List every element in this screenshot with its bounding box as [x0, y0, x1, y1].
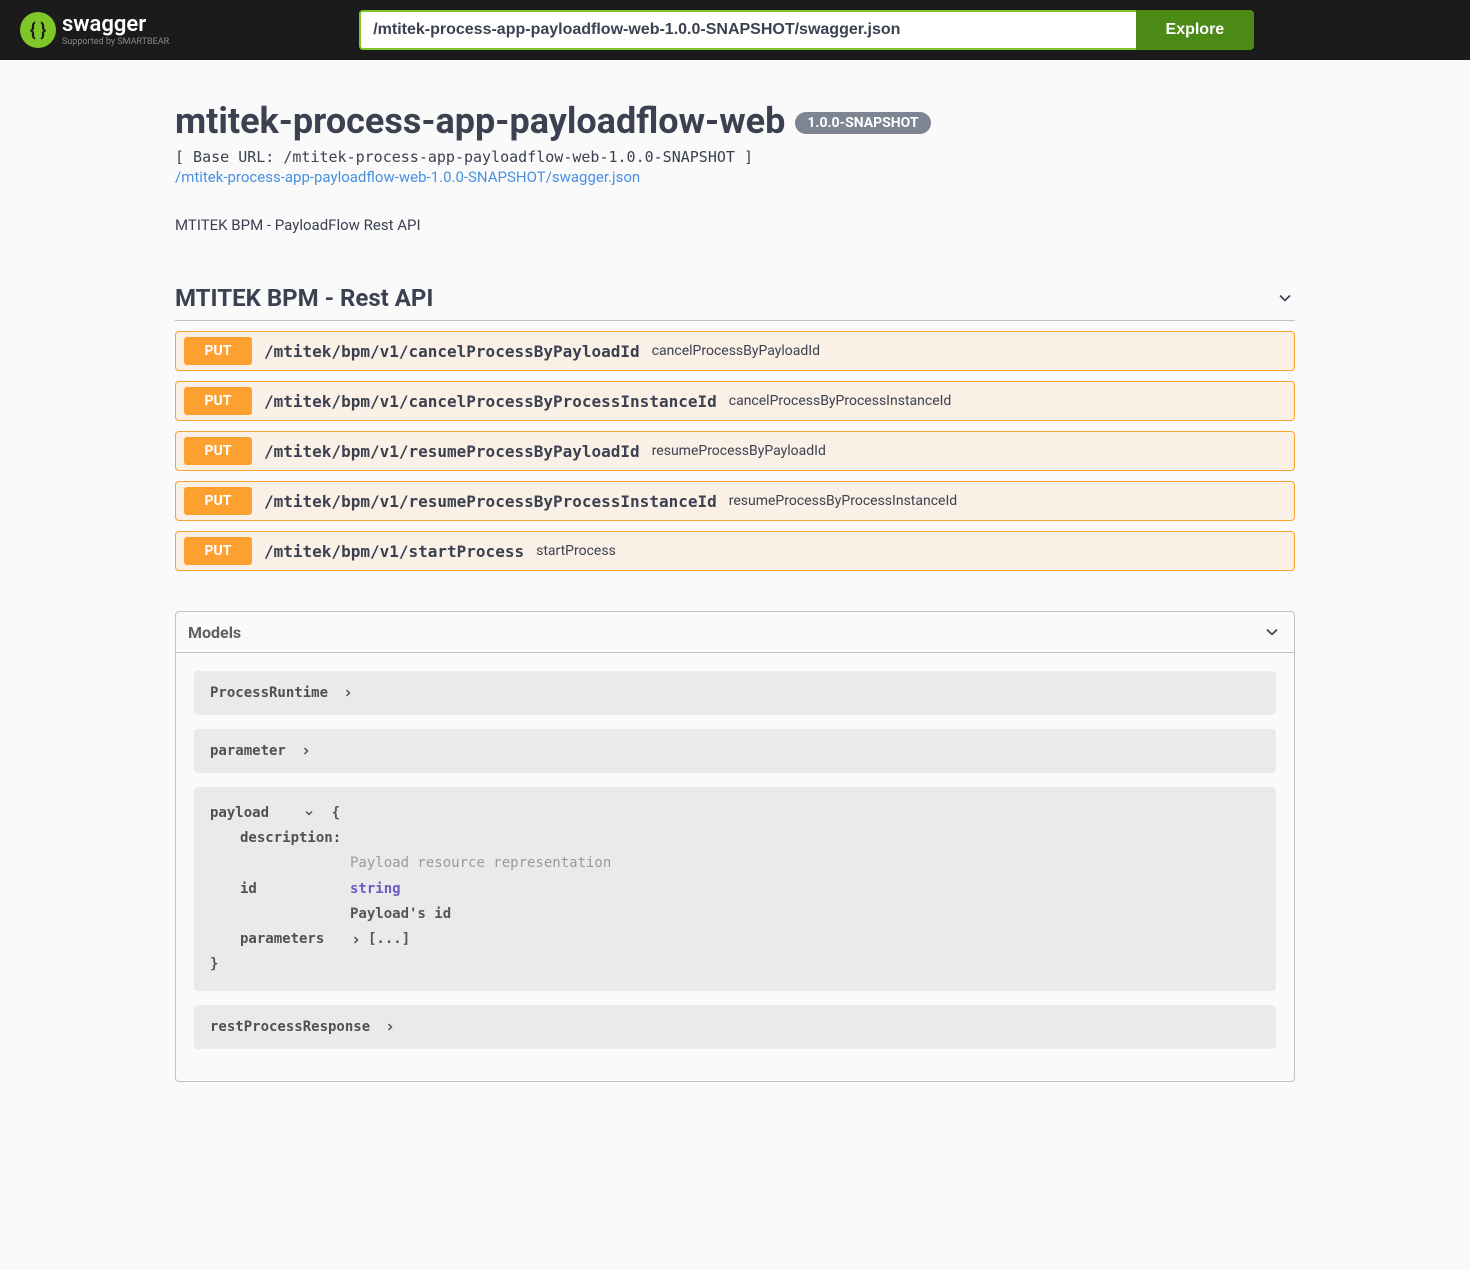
operation-summary[interactable]: PUT /mtitek/bpm/v1/resumeProcessByProces… [176, 482, 1294, 520]
operation-block: PUT /mtitek/bpm/v1/startProcess startPro… [175, 531, 1295, 571]
operation-path: /mtitek/bpm/v1/startProcess [264, 542, 524, 561]
operation-path: /mtitek/bpm/v1/cancelProcessByProcessIns… [264, 392, 717, 411]
model-field-collapsed[interactable]: [...] [350, 927, 1260, 952]
operation-summary[interactable]: PUT /mtitek/bpm/v1/startProcess startPro… [176, 532, 1294, 570]
brand-text: swagger [62, 14, 169, 36]
open-brace: { [332, 805, 340, 821]
tag-name: MTITEK BPM - Rest API [175, 284, 433, 312]
explore-button[interactable]: Explore [1136, 10, 1255, 50]
operation-summary[interactable]: PUT /mtitek/bpm/v1/resumeProcessByPayloa… [176, 432, 1294, 470]
method-badge: PUT [184, 487, 252, 515]
operation-block: PUT /mtitek/bpm/v1/resumeProcessByProces… [175, 481, 1295, 521]
model-field-key: parameters [210, 927, 350, 952]
operation-path: /mtitek/bpm/v1/resumeProcessByPayloadId [264, 442, 640, 461]
api-title-row: mtitek-process-app-payloadflow-web 1.0.0… [175, 100, 1295, 142]
operation-desc: cancelProcessByPayloadId [652, 343, 820, 359]
operation-desc: startProcess [536, 543, 616, 559]
operation-block: PUT /mtitek/bpm/v1/resumeProcessByPayloa… [175, 431, 1295, 471]
swagger-url-input[interactable] [359, 10, 1135, 50]
operation-summary[interactable]: PUT /mtitek/bpm/v1/cancelProcessByPayloa… [176, 332, 1294, 370]
model-field-note-row: Payload's id [210, 902, 1260, 927]
operations-list: PUT /mtitek/bpm/v1/cancelProcessByPayloa… [175, 331, 1295, 571]
version-badge: 1.0.0-SNAPSHOT [795, 112, 930, 134]
model-description-row: description: [210, 826, 1260, 851]
model-name: ProcessRuntime [210, 685, 328, 701]
models-body: ProcessRuntime parameter payload { descr… [176, 653, 1294, 1081]
models-header[interactable]: Models [176, 612, 1294, 653]
main-container: mtitek-process-app-payloadflow-web 1.0.0… [155, 60, 1315, 1102]
model-desc-key: description: [210, 826, 350, 851]
model-field-key: id [210, 877, 350, 902]
operation-summary[interactable]: PUT /mtitek/bpm/v1/cancelProcessByProces… [176, 382, 1294, 420]
base-url: [ Base URL: /mtitek-process-app-payloadf… [175, 148, 1295, 166]
operation-desc: resumeProcessByPayloadId [652, 443, 826, 459]
model-item[interactable]: ProcessRuntime [194, 671, 1276, 715]
operation-block: PUT /mtitek/bpm/v1/cancelProcessByProces… [175, 381, 1295, 421]
method-badge: PUT [184, 537, 252, 565]
chevron-down-icon [1275, 288, 1295, 308]
logo-text-wrap: swagger Supported by SMARTBEAR [62, 14, 169, 47]
chevron-right-icon [384, 1021, 396, 1033]
model-desc-value: Payload resource representation [350, 851, 1260, 876]
chevron-down-icon [1262, 622, 1282, 642]
api-title: mtitek-process-app-payloadflow-web [175, 100, 785, 142]
collapsed-placeholder: [...] [368, 927, 410, 952]
models-section: Models ProcessRuntime parameter payload … [175, 611, 1295, 1082]
model-name: parameter [210, 743, 286, 759]
model-item[interactable]: restProcessResponse [194, 1005, 1276, 1049]
chevron-right-icon [350, 934, 362, 946]
operation-desc: cancelProcessByProcessInstanceId [729, 393, 952, 409]
tag-section: MTITEK BPM - Rest API PUT /mtitek/bpm/v1… [175, 284, 1295, 571]
api-description: MTITEK BPM - PayloadFlow Rest API [175, 216, 1295, 234]
brand-subtext: Supported by SMARTBEAR [62, 37, 169, 47]
swagger-logo-icon: { } [20, 12, 56, 48]
chevron-down-icon [303, 807, 315, 819]
operation-path: /mtitek/bpm/v1/cancelProcessByPayloadId [264, 342, 640, 361]
model-description-value-row: Payload resource representation [210, 851, 1260, 876]
operation-block: PUT /mtitek/bpm/v1/cancelProcessByPayloa… [175, 331, 1295, 371]
method-badge: PUT [184, 387, 252, 415]
model-name: restProcessResponse [210, 1019, 370, 1035]
topbar: { } swagger Supported by SMARTBEAR Explo… [0, 0, 1470, 60]
model-field-row: parameters [...] [210, 927, 1260, 952]
model-item-expanded: payload { description: Payload resource … [194, 787, 1276, 991]
swagger-json-link[interactable]: /mtitek-process-app-payloadflow-web-1.0.… [175, 168, 1295, 186]
models-title: Models [188, 623, 241, 642]
model-name: payload [210, 805, 269, 821]
swagger-logo: { } swagger Supported by SMARTBEAR [20, 12, 169, 48]
operation-path: /mtitek/bpm/v1/resumeProcessByProcessIns… [264, 492, 717, 511]
model-field-row: id string [210, 877, 1260, 902]
chevron-right-icon [342, 687, 354, 699]
model-heading-row[interactable]: payload { [210, 801, 1260, 826]
tag-header[interactable]: MTITEK BPM - Rest API [175, 284, 1295, 321]
method-badge: PUT [184, 437, 252, 465]
operation-desc: resumeProcessByProcessInstanceId [729, 493, 957, 509]
method-badge: PUT [184, 337, 252, 365]
chevron-right-icon [300, 745, 312, 757]
model-field-type: string [350, 881, 401, 897]
close-brace: } [210, 952, 1260, 977]
model-field-note: Payload's id [350, 906, 451, 922]
url-search-wrap: Explore [359, 10, 1254, 50]
model-item[interactable]: parameter [194, 729, 1276, 773]
